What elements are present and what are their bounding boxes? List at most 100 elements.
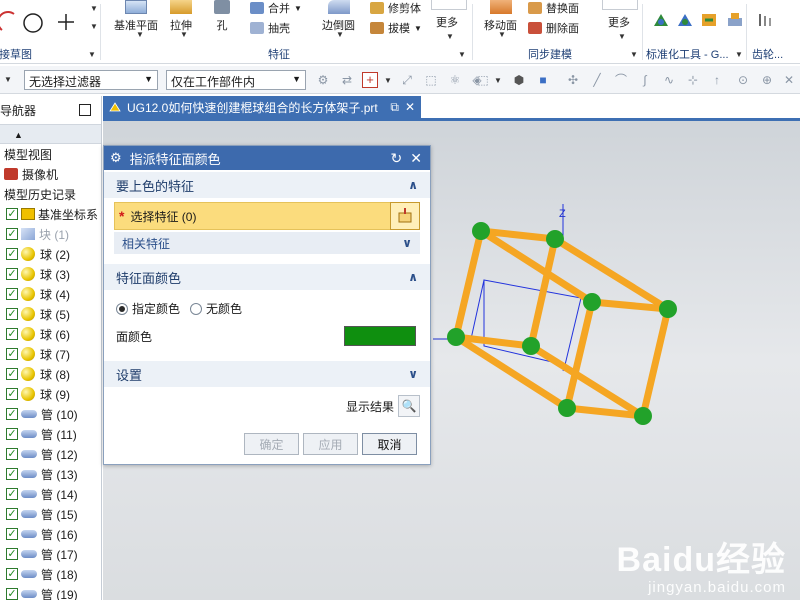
visibility-checkbox[interactable]: ✓ — [6, 488, 18, 500]
datum-plane-arrow[interactable]: ▼ — [136, 30, 144, 39]
sketch-more-arrow[interactable]: ▼ — [90, 4, 98, 13]
face-color-swatch[interactable] — [344, 326, 416, 346]
standard-tool-icon-1[interactable] — [652, 12, 670, 28]
delete-face-button[interactable]: 删除面 — [528, 20, 579, 36]
visibility-checkbox[interactable]: ✓ — [6, 528, 18, 540]
draft-button[interactable]: 拔模 ▼ — [370, 20, 422, 36]
center-snap-icon[interactable]: ⊙ — [736, 73, 750, 87]
sketch-more-arrow-2[interactable]: ▼ — [90, 22, 98, 31]
navigator-item[interactable]: ✓ 管 (11) — [0, 424, 101, 444]
visibility-checkbox[interactable]: ✓ — [6, 248, 18, 260]
trim-body-button[interactable]: 修剪体 — [370, 0, 421, 16]
curve-rule-icon[interactable]: ⤢ — [400, 73, 414, 87]
navigator-item[interactable]: ✓ 管 (12) — [0, 444, 101, 464]
extrude-button[interactable]: 拉伸 — [170, 0, 192, 33]
unite-arrow[interactable]: ▼ — [294, 4, 302, 13]
edge-blend-button[interactable]: 边倒圆 — [322, 0, 355, 33]
navigator-item[interactable]: ✓ 球 (5) — [0, 304, 101, 324]
dialog-title-bar[interactable]: ⚙ 指派特征面颜色 ↻ ✕ — [104, 146, 430, 170]
circle-icon[interactable] — [22, 12, 44, 34]
navigator-item[interactable]: ✓ 球 (8) — [0, 364, 101, 384]
move-face-button[interactable]: 移动面 — [484, 0, 517, 33]
navigator-item[interactable]: ✓ 球 (3) — [0, 264, 101, 284]
edge-blend-arrow[interactable]: ▼ — [336, 30, 344, 39]
navigator-item[interactable]: ✓ 块 (1) — [0, 224, 101, 244]
section-features-header[interactable]: 要上色的特征 ∧ — [104, 172, 430, 198]
visibility-checkbox[interactable]: ✓ — [6, 408, 18, 420]
hole-button[interactable]: 孔 — [214, 0, 230, 33]
shell-button[interactable]: 抽壳 — [250, 20, 290, 36]
visibility-checkbox[interactable]: ✓ — [6, 328, 18, 340]
menu-arrow[interactable]: ▼ — [4, 75, 12, 84]
visibility-checkbox[interactable]: ✓ — [6, 388, 18, 400]
feature-more-button[interactable]: 更多 — [436, 14, 458, 30]
section-color-header[interactable]: 特征面颜色 ∧ — [104, 264, 430, 290]
mid-snap-icon[interactable]: ⊹ — [686, 73, 700, 87]
point-snap-icon[interactable]: ✣ — [566, 73, 580, 87]
specify-color-radio[interactable] — [116, 302, 128, 315]
replace-face-button[interactable]: 替换面 — [528, 0, 579, 16]
link-icon[interactable]: ⇄ — [340, 73, 354, 87]
section-settings-header[interactable]: 设置 ∨ — [104, 361, 430, 387]
visibility-checkbox[interactable]: ✓ — [6, 548, 18, 560]
sync-group-arrow[interactable]: ▼ — [630, 50, 638, 59]
navigator-item[interactable]: ✓ 管 (13) — [0, 464, 101, 484]
face-rule-icon[interactable]: ⬚ — [424, 73, 438, 87]
visibility-checkbox[interactable]: ✓ — [6, 288, 18, 300]
related-features-row[interactable]: 相关特征 ∨ — [114, 232, 420, 254]
sketch-group-arrow[interactable]: ▼ — [88, 50, 96, 59]
select-feature-row[interactable]: * 选择特征 (0) — [114, 202, 420, 230]
select-features-icon[interactable]: + — [362, 72, 378, 88]
cancel-button[interactable]: 取消 — [362, 433, 417, 455]
move-face-arrow[interactable]: ▼ — [498, 30, 506, 39]
standard-group-arrow[interactable]: ▼ — [735, 50, 743, 59]
datum-plane-button[interactable]: 基准平面 — [114, 0, 158, 33]
no-color-radio[interactable] — [190, 302, 203, 315]
body-rule-icon[interactable]: ⚛ — [448, 73, 462, 87]
box-select-icon[interactable]: ⬚ — [476, 73, 490, 87]
visibility-checkbox[interactable]: ✓ — [6, 228, 18, 240]
visibility-checkbox[interactable]: ✓ — [6, 468, 18, 480]
ok-button[interactable]: 确定 — [244, 433, 299, 455]
standard-tool-icon-3[interactable] — [700, 12, 718, 28]
visibility-checkbox[interactable]: ✓ — [6, 568, 18, 580]
navigator-item[interactable]: ✓ 管 (10) — [0, 404, 101, 424]
standard-tool-icon-4[interactable] — [726, 12, 744, 28]
visibility-checkbox[interactable]: ✓ — [6, 268, 18, 280]
feature-more-arrow[interactable]: ▼ — [446, 32, 454, 41]
reset-icon[interactable]: ↻ — [391, 150, 403, 167]
feature-more-box[interactable] — [431, 0, 467, 10]
visibility-checkbox[interactable]: ✓ — [6, 348, 18, 360]
sync-more-arrow[interactable]: ▼ — [618, 32, 626, 41]
draft-arrow[interactable]: ▼ — [414, 24, 422, 33]
plus-icon[interactable] — [56, 12, 76, 32]
line-snap-icon[interactable]: ╱ — [590, 73, 604, 87]
visibility-checkbox[interactable]: ✓ — [6, 208, 18, 220]
visibility-checkbox[interactable]: ✓ — [6, 588, 18, 600]
navigator-item[interactable]: ✓ 管 (15) — [0, 504, 101, 524]
navigator-item[interactable]: ✓ 管 (19) — [0, 584, 101, 600]
box-select-arrow[interactable]: ▼ — [494, 76, 502, 85]
type-filter-select[interactable]: 无选择过滤器 ▼ — [24, 70, 158, 90]
gear-tool-icon[interactable] — [756, 12, 774, 28]
arc-icon[interactable] — [0, 10, 16, 32]
extrude-arrow[interactable]: ▼ — [180, 30, 188, 39]
document-tab[interactable]: UG12.0如何快速创建棍球组合的长方体架子.prt ⧉ ✕ — [103, 96, 421, 118]
solid-icon[interactable]: ⬢ — [512, 73, 526, 87]
visibility-checkbox[interactable]: ✓ — [6, 508, 18, 520]
scope-filter-select[interactable]: 仅在工作部件内 ▼ — [166, 70, 306, 90]
sync-more-box[interactable] — [602, 0, 638, 10]
close-icon[interactable]: ✕ — [405, 100, 415, 115]
feature-group-arrow[interactable]: ▼ — [458, 50, 466, 59]
restore-icon[interactable]: ⧉ — [390, 100, 399, 115]
quadrant-snap-icon[interactable]: ⊕ — [760, 73, 774, 87]
visibility-checkbox[interactable]: ✓ — [6, 368, 18, 380]
navigator-item[interactable]: 模型历史记录 — [0, 184, 101, 204]
navigator-item[interactable]: ✓ 管 (16) — [0, 524, 101, 544]
end-snap-icon[interactable]: ↑ — [710, 73, 724, 87]
navigator-item[interactable]: ✓ 球 (6) — [0, 324, 101, 344]
visibility-checkbox[interactable]: ✓ — [6, 428, 18, 440]
navigator-column-header[interactable]: ▲ — [0, 124, 101, 144]
snap-icon[interactable]: ⚙ — [316, 73, 330, 87]
curve-snap-icon[interactable]: ∫ — [638, 73, 652, 87]
